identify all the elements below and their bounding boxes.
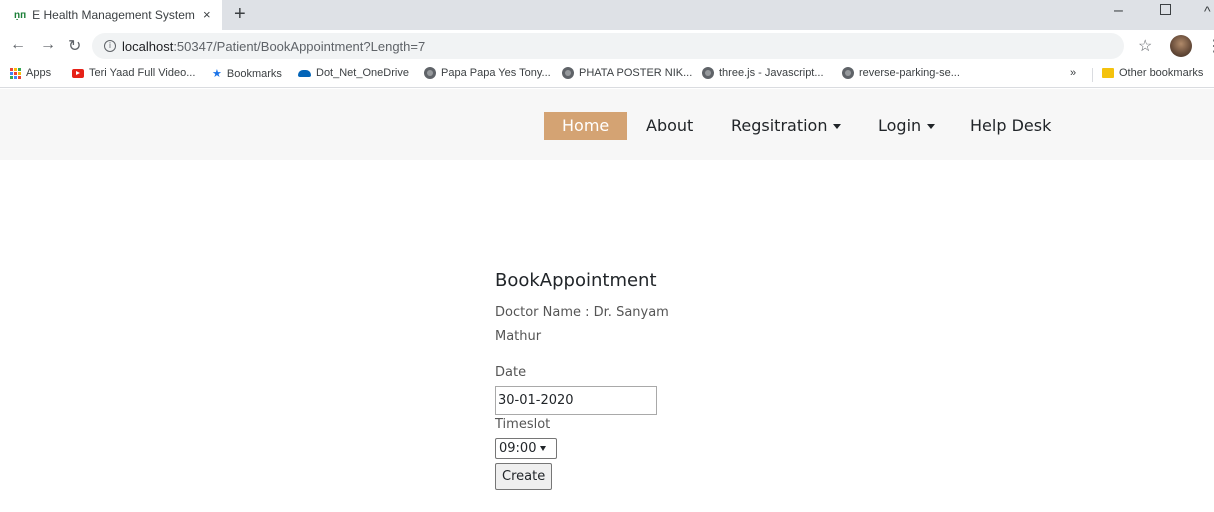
folder-icon (1102, 68, 1114, 78)
bookmark-label: Other bookmarks (1119, 67, 1204, 79)
bookmark-label: Apps (26, 67, 52, 79)
bookmark-label: Dot_Net_OneDrive (316, 67, 409, 79)
menu-icon[interactable]: ⋮ (1206, 36, 1214, 56)
minimize-window-icon[interactable]: – (1114, 2, 1123, 20)
maximize-window-icon[interactable] (1160, 4, 1171, 15)
bookmark-item[interactable]: reverse-parking-se... (842, 67, 960, 79)
apps-grid-icon (10, 67, 21, 79)
bookmark-item[interactable]: Papa Papa Yes Tony... (424, 67, 551, 79)
site-navbar: Home About Regsitration Login Help Desk (0, 89, 1214, 160)
close-window-icon[interactable]: ^ (1204, 3, 1211, 19)
bookmark-item[interactable]: three.js - Javascript... (702, 67, 824, 79)
info-icon[interactable]: i (104, 40, 116, 52)
bookmark-item[interactable]: ★ Bookmarks (212, 67, 282, 81)
bookmark-item[interactable]: Dot_Net_OneDrive (298, 67, 409, 79)
url-host: localhost (122, 38, 174, 54)
bookmark-label: three.js - Javascript... (719, 67, 824, 79)
nav-help-desk[interactable]: Help Desk (952, 112, 1069, 140)
tab-title: E Health Management System (32, 8, 195, 22)
nav-registration[interactable]: Regsitration (713, 112, 859, 140)
globe-icon (842, 67, 854, 79)
bookmark-label: reverse-parking-se... (859, 67, 960, 79)
url-path: :50347/Patient/BookAppointment?Length=7 (173, 38, 426, 54)
bookmark-label: Teri Yaad Full Video... (89, 67, 196, 79)
star-icon: ★ (212, 68, 222, 80)
nav-login-label: Login (878, 116, 922, 135)
globe-icon (562, 67, 574, 79)
chevron-down-icon (540, 446, 547, 451)
browser-tab[interactable]: ṇп E Health Management System × (0, 0, 222, 30)
bookmark-item[interactable]: Teri Yaad Full Video... (72, 67, 195, 79)
timeslot-value: 09:00 (499, 441, 537, 456)
timeslot-label: Timeslot (495, 417, 551, 432)
profile-avatar[interactable] (1170, 35, 1192, 57)
address-bar[interactable]: i localhost:50347/Patient/BookAppointmen… (92, 33, 1124, 59)
other-bookmarks[interactable]: Other bookmarks (1102, 67, 1203, 79)
browser-toolbar: ← → ↻ i localhost:50347/Patient/BookAppo… (0, 30, 1214, 62)
book-appointment-form: BookAppointment Doctor Name : Dr. Sanyam… (495, 270, 715, 490)
create-button[interactable]: Create (495, 463, 553, 490)
bookmark-label: PHATA POSTER NIK... (579, 67, 693, 79)
page-title: BookAppointment (495, 270, 657, 291)
youtube-icon (72, 68, 84, 78)
nav-registration-label: Regsitration (731, 116, 828, 135)
nav-about[interactable]: About (628, 112, 711, 140)
bookmarks-overflow-button[interactable]: » (1070, 67, 1076, 79)
chevron-double-right-icon: » (1070, 67, 1077, 79)
bookmarks-bar: Apps Teri Yaad Full Video... ★ Bookmarks… (0, 62, 1214, 88)
tab-strip: ṇп E Health Management System × + – ^ (0, 0, 1214, 30)
globe-icon (424, 67, 436, 79)
caret-down-icon (833, 124, 842, 129)
bookmark-divider (1092, 68, 1093, 82)
globe-icon (702, 67, 714, 79)
forward-arrow-icon[interactable]: → (40, 36, 56, 54)
bookmark-item[interactable]: PHATA POSTER NIK... (562, 67, 692, 79)
cloud-icon (298, 69, 311, 77)
bookmark-star-icon[interactable]: ☆ (1138, 36, 1152, 56)
tab-close-icon[interactable]: × (203, 7, 211, 22)
bookmark-label: Bookmarks (226, 67, 282, 80)
date-field[interactable] (495, 386, 657, 415)
date-label: Date (495, 365, 527, 380)
timeslot-select[interactable]: 09:00 (495, 438, 557, 459)
caret-down-icon (927, 124, 936, 129)
back-arrow-icon[interactable]: ← (10, 36, 26, 54)
site-favicon-icon: ṇп (14, 9, 27, 21)
reload-icon[interactable]: ↻ (68, 36, 81, 56)
doctor-name: Doctor Name : Dr. Sanyam Mathur (495, 305, 669, 344)
bookmark-label: Papa Papa Yes Tony... (441, 67, 551, 79)
bookmark-apps[interactable]: Apps (10, 67, 51, 79)
nav-home[interactable]: Home (544, 112, 628, 140)
nav-login[interactable]: Login (860, 112, 953, 140)
new-tab-button[interactable]: + (234, 3, 246, 26)
